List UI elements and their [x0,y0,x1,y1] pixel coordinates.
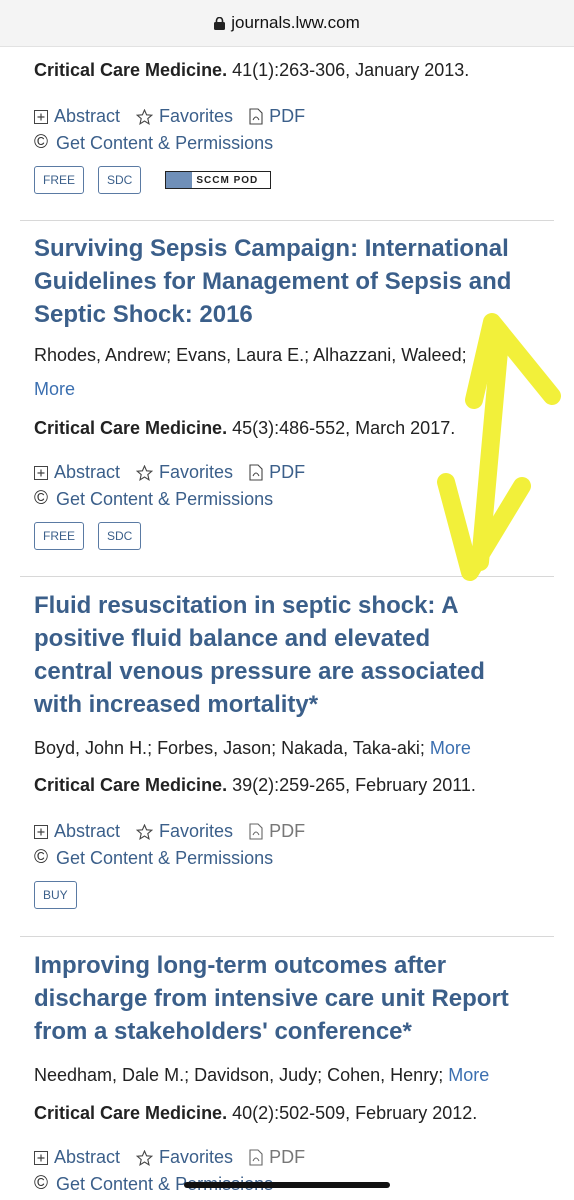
abstract-button[interactable]: Abstract [34,462,120,483]
more-authors-link[interactable]: More [430,738,471,758]
journal-citation: Critical Care Medicine. 40(2):502-509, F… [34,1103,477,1124]
more-authors-link[interactable]: More [448,1065,489,1085]
journal-details: 40(2):502-509, February 2012. [227,1103,478,1123]
pdf-file-icon [249,464,263,481]
get-content-permissions-link[interactable]: © Get Content & Permissions [34,847,273,869]
article-actions: Abstract Favorites PDF [34,106,321,127]
copyright-icon: © [34,132,48,153]
sdc-badge[interactable]: SDC [98,166,142,194]
journal-name: Critical Care Medicine. [34,418,228,438]
abstract-button[interactable]: Abstract [34,821,120,842]
star-icon [136,108,154,125]
article-title-link[interactable]: Fluid resuscitation in septic shock: A p… [34,589,514,721]
sdc-badge[interactable]: SDC [98,522,142,550]
article-authors: Needham, Dale M.; Davidson, Judy; Cohen,… [34,1065,490,1085]
journal-citation: Critical Care Medicine. 45(3):486-552, M… [34,418,455,439]
url-text: journals.lww.com [231,13,360,32]
address-bar[interactable]: journals.lww.com [0,0,574,47]
free-badge[interactable]: FREE [34,166,85,194]
copyright-icon: © [34,488,48,509]
favorites-button[interactable]: Favorites [136,821,233,842]
pdf-file-icon [249,1149,263,1166]
favorites-button[interactable]: Favorites [136,1147,233,1168]
journal-details: 39(2):259-265, February 2011. [227,775,476,795]
plus-box-icon [34,109,48,124]
article-actions: Abstract Favorites PDF [34,462,321,483]
journal-citation: Critical Care Medicine. 39(2):259-265, F… [34,775,476,796]
article-title-link[interactable]: Improving long-term outcomes after disch… [34,949,514,1048]
plus-box-icon [34,465,48,480]
copyright-icon: © [34,847,48,868]
sccm-pod-badge[interactable]: SCCM POD [165,171,272,189]
badge-row: FREE SDC [34,522,155,550]
journal-name: Critical Care Medicine. [34,1103,228,1123]
get-content-permissions-link[interactable]: © Get Content & Permissions [34,488,273,510]
abstract-button[interactable]: Abstract [34,106,120,127]
pdf-button[interactable]: PDF [249,821,305,842]
divider [20,936,554,937]
lock-icon [214,16,226,30]
pdf-file-icon [249,108,263,125]
pdf-button[interactable]: PDF [249,462,305,483]
journal-citation: Critical Care Medicine. 41(1):263-306, J… [34,60,469,81]
more-authors-link[interactable]: More [34,379,75,399]
article-authors: Boyd, John H.; Forbes, Jason; Nakada, Ta… [34,738,471,758]
free-badge[interactable]: FREE [34,522,85,550]
plus-box-icon [34,1150,48,1165]
journal-name: Critical Care Medicine. [34,775,228,795]
home-indicator[interactable] [184,1182,390,1188]
badge-row: FREE SDC SCCM POD [34,166,272,194]
double-arrow-annotation [437,313,561,581]
buy-badge[interactable]: BUY [34,881,77,909]
pdf-button[interactable]: PDF [249,1147,305,1168]
star-icon [136,464,154,481]
pdf-button[interactable]: PDF [249,106,305,127]
article-actions: Abstract Favorites PDF [34,1147,321,1168]
divider [20,220,554,221]
journal-details: 41(1):263-306, January 2013. [227,60,470,80]
badge-row: BUY [34,881,91,909]
favorites-button[interactable]: Favorites [136,106,233,127]
plus-box-icon [34,824,48,839]
copyright-icon: © [34,1173,48,1194]
article-actions: Abstract Favorites PDF [34,821,321,842]
pdf-file-icon [249,823,263,840]
star-icon [136,823,154,840]
star-icon [136,1149,154,1166]
sccm-logo-icon [166,172,193,188]
journal-name: Critical Care Medicine. [34,60,228,80]
favorites-button[interactable]: Favorites [136,462,233,483]
get-content-permissions-link[interactable]: © Get Content & Permissions [34,132,273,154]
abstract-button[interactable]: Abstract [34,1147,120,1168]
journal-details: 45(3):486-552, March 2017. [227,418,456,438]
